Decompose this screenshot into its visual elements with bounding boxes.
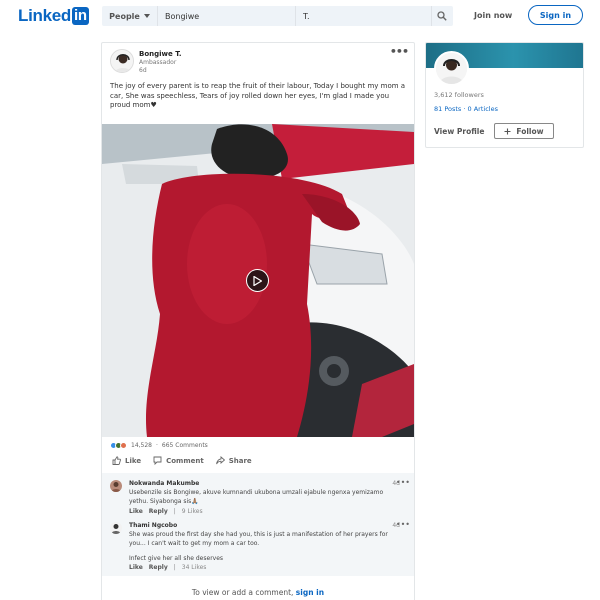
signin-to-comment-note: To view or add a comment, sign in <box>102 588 414 597</box>
profile-card: 3,612 followers 81 Posts · 0 Articles Vi… <box>425 42 584 148</box>
comment-reply-button[interactable]: Reply <box>149 564 168 571</box>
play-button[interactable] <box>246 269 269 292</box>
post-actions: Like Comment Share <box>112 456 252 465</box>
person-silhouette-icon <box>111 50 133 72</box>
comment-likes-count[interactable]: 9 Likes <box>182 508 203 515</box>
comment-label: Comment <box>166 456 204 465</box>
people-dropdown[interactable]: People <box>102 6 158 26</box>
search-icon <box>437 11 447 21</box>
sign-in-button[interactable]: Sign in <box>528 5 583 25</box>
search-bar: People <box>102 6 453 26</box>
view-profile-link[interactable]: View Profile <box>434 127 484 136</box>
comment-more-button[interactable]: ••• <box>396 520 410 529</box>
commenter-name[interactable]: Thami Ngcobo <box>129 522 177 529</box>
comment-actions: Like Reply | 9 Likes <box>129 508 203 515</box>
thumbs-up-icon <box>112 456 121 465</box>
comment-text: Usebenzile sis Bongiwe, akuve kumnandi u… <box>129 489 384 505</box>
comment-more-button[interactable]: ••• <box>396 478 410 487</box>
author-avatar[interactable] <box>110 49 134 73</box>
share-label: Share <box>228 456 252 465</box>
first-name-input[interactable] <box>158 6 296 26</box>
logo-text: Linked <box>18 6 71 25</box>
post-more-options-button[interactable]: ••• <box>390 45 409 58</box>
last-name-input[interactable] <box>296 6 431 26</box>
profile-avatar[interactable] <box>434 51 469 86</box>
join-now-button[interactable]: Join now <box>467 8 519 23</box>
comment-separator: | <box>173 564 176 571</box>
follow-button[interactable]: Follow <box>494 123 554 139</box>
reactions-count[interactable]: 14,528 <box>131 442 152 449</box>
comment-item: Nokwanda Makumbe 4d ••• Usebenzile sis B… <box>110 478 410 516</box>
comments-section: Nokwanda Makumbe 4d ••• Usebenzile sis B… <box>102 473 414 576</box>
person-icon <box>111 524 121 534</box>
top-nav-bar: Linkedin People Join now Sign in <box>0 0 600 34</box>
plus-icon <box>504 128 511 134</box>
love-reaction-icon <box>120 441 127 449</box>
comment-like-button[interactable]: Like <box>129 564 143 571</box>
comment-button[interactable]: Comment <box>153 456 204 465</box>
comment-text: She was proud the first day she had you,… <box>129 531 388 547</box>
articles-link[interactable]: 0 Articles <box>468 105 498 113</box>
comment-actions: Like Reply | 34 Likes <box>129 564 206 571</box>
like-button[interactable]: Like <box>112 456 141 465</box>
signin-note-link[interactable]: sign in <box>296 588 324 597</box>
commenter-avatar[interactable] <box>110 480 122 492</box>
comment-item: Thami Ngcobo 4d ••• She was proud the fi… <box>110 520 410 572</box>
comment-text-continued: Infect give her all she deserves <box>129 555 224 562</box>
post-age: 6d <box>139 67 147 74</box>
posts-articles-links: 81 Posts · 0 Articles <box>434 105 498 113</box>
comment-icon <box>153 456 162 465</box>
play-icon <box>253 275 262 286</box>
comment-likes-count[interactable]: 34 Likes <box>182 564 207 571</box>
comment-separator: | <box>173 508 176 515</box>
person-icon <box>111 482 121 492</box>
share-icon <box>215 456 225 465</box>
post-card: Bongiwe T. Ambassador 6d ••• The joy of … <box>101 42 415 600</box>
followers-count: 3,612 followers <box>434 91 484 99</box>
post-video[interactable] <box>102 124 414 437</box>
comment-like-button[interactable]: Like <box>129 508 143 515</box>
share-button[interactable]: Share <box>215 456 252 465</box>
comment-reply-button[interactable]: Reply <box>149 508 168 515</box>
commenter-name[interactable]: Nokwanda Makumbe <box>129 480 199 487</box>
person-silhouette-icon <box>436 53 467 84</box>
author-title: Ambassador <box>139 59 177 66</box>
people-dropdown-label: People <box>109 11 140 21</box>
posts-link[interactable]: 81 Posts <box>434 105 461 113</box>
signin-note-text: To view or add a comment, <box>191 588 296 597</box>
search-button[interactable] <box>431 6 452 26</box>
follow-label: Follow <box>516 126 544 136</box>
stats-separator: · <box>156 441 158 449</box>
commenter-avatar[interactable] <box>110 522 122 534</box>
post-text: The joy of every parent is to reap the f… <box>110 82 406 109</box>
logo-in-badge: in <box>72 7 89 25</box>
author-name[interactable]: Bongiwe T. <box>139 50 182 58</box>
post-stats: 14,528 · 665 Comments <box>110 439 208 451</box>
comments-count[interactable]: 665 Comments <box>162 442 208 449</box>
linkedin-logo[interactable]: Linked in <box>18 6 89 26</box>
like-label: Like <box>125 456 142 465</box>
chevron-down-icon <box>143 14 150 18</box>
